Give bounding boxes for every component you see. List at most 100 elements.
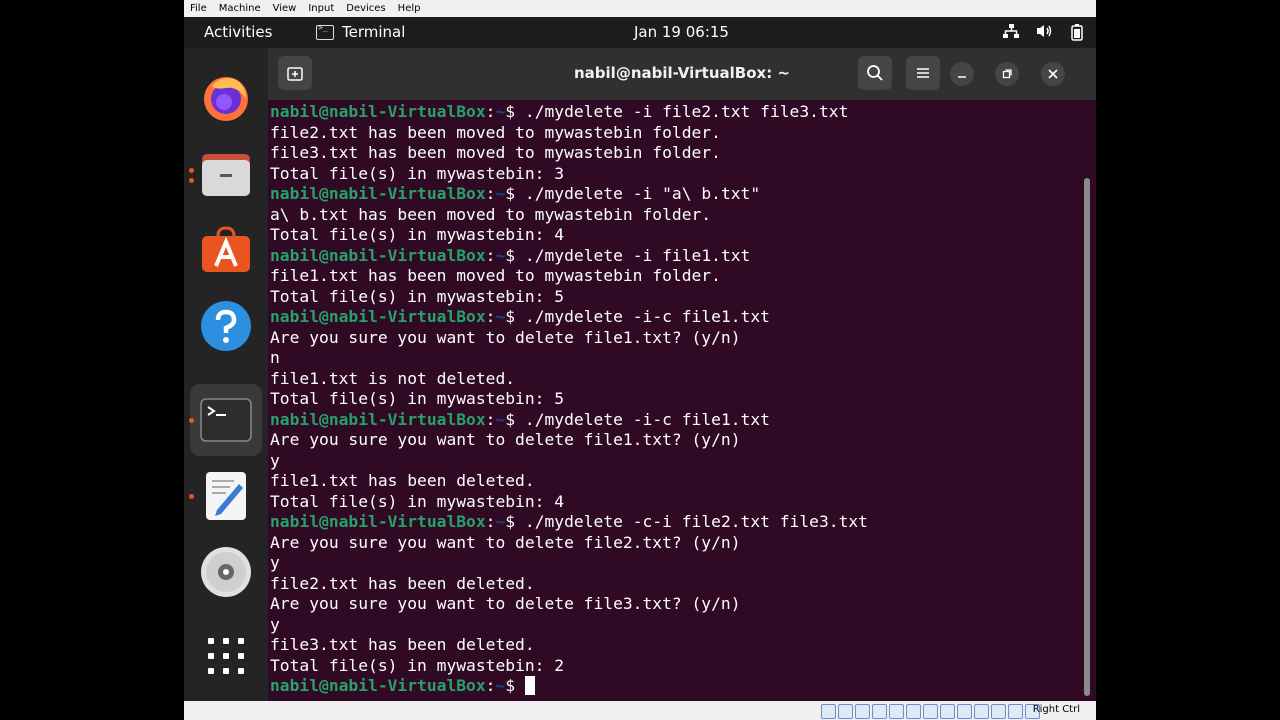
command-text: ./mydelete -i "a\ b.txt" [515, 184, 761, 203]
clock[interactable]: Jan 19 06:15 [634, 23, 729, 41]
prompt-user-host: nabil@nabil-VirtualBox [270, 307, 486, 326]
dock-item-terminal[interactable] [189, 384, 262, 456]
output-text: y [270, 553, 280, 572]
output-line: a\ b.txt has been moved to mywastebin fo… [270, 205, 1076, 226]
prompt-path: ~ [495, 512, 506, 531]
dock-item-files[interactable] [189, 138, 262, 210]
prompt-separator: : [485, 409, 496, 429]
virtualbox-menubar: File Machine View Input Devices Help [184, 0, 1096, 17]
vbox-menu-devices[interactable]: Devices [340, 3, 391, 14]
prompt-user-host: nabil@nabil-VirtualBox [270, 184, 486, 203]
running-indicator [189, 178, 194, 183]
prompt-user-host: nabil@nabil-VirtualBox [270, 102, 486, 121]
output-text: Are you sure you want to delete file1.tx… [270, 430, 741, 449]
output-line: file2.txt has been deleted. [270, 574, 1076, 595]
prompt-dollar: $ [505, 245, 516, 265]
recording-icon[interactable] [940, 704, 955, 719]
dock-item-disc[interactable] [190, 536, 262, 608]
close-button[interactable] [1041, 62, 1065, 86]
text-editor-icon [206, 472, 246, 520]
restore-icon [1002, 69, 1012, 79]
dock-item-text-editor[interactable] [189, 460, 262, 532]
firefox-icon [204, 77, 248, 121]
output-text: Are you sure you want to delete file2.tx… [270, 532, 741, 552]
prompt-line: nabil@nabil-VirtualBox:~$ ./mydelete -i … [270, 246, 1076, 267]
output-line: y [270, 451, 1076, 472]
output-text: file1.txt has been moved to mywastebin f… [270, 266, 721, 285]
host-key-label: Right Ctrl [1032, 704, 1080, 715]
mouse-integration-icon[interactable] [974, 704, 989, 719]
running-indicator [189, 418, 194, 423]
prompt-path: ~ [495, 102, 506, 121]
shared-folders-icon[interactable] [906, 704, 921, 719]
command-text: ./mydelete -c-i file2.txt file3.txt [515, 512, 868, 531]
prompt-path: ~ [495, 676, 506, 695]
minimize-button[interactable] [950, 62, 974, 86]
output-text: file1.txt is not deleted. [270, 368, 516, 388]
output-text: Total file(s) in mywastebin: 3 [270, 163, 565, 183]
prompt-user-host: nabil@nabil-VirtualBox [270, 245, 486, 265]
output-line: file1.txt has been deleted. [270, 471, 1076, 492]
prompt-separator: : [485, 184, 496, 203]
output-text: Total file(s) in mywastebin: 5 [270, 389, 565, 408]
volume-icon [1037, 25, 1052, 37]
hard-disk-icon[interactable] [821, 704, 836, 719]
optical-drive-icon[interactable] [838, 704, 853, 719]
vbox-menu-help[interactable]: Help [392, 3, 427, 14]
network-adapter-icon[interactable] [872, 704, 887, 719]
prompt-dollar: $ [505, 307, 516, 326]
system-tray[interactable] [1002, 23, 1084, 41]
output-line: file1.txt is not deleted. [270, 369, 1076, 390]
prompt-separator: : [485, 512, 496, 531]
menu-button[interactable] [906, 56, 940, 90]
dock-item-help[interactable] [190, 290, 262, 362]
output-text: file3.txt has been deleted. [270, 635, 535, 654]
terminal-output[interactable]: nabil@nabil-VirtualBox:~$ ./mydelete -i … [270, 102, 1076, 702]
guest-additions-icon[interactable] [1008, 704, 1023, 719]
dock-item-app-center[interactable] [190, 214, 262, 286]
output-line: file3.txt has been moved to mywastebin f… [270, 143, 1076, 164]
vbox-menu-view[interactable]: View [267, 3, 303, 14]
vbox-menu-file[interactable]: File [184, 3, 213, 14]
gnome-top-bar: Activities Terminal Jan 19 06:15 [184, 17, 1096, 48]
prompt-separator: : [485, 307, 496, 326]
files-icon [202, 154, 250, 196]
vbox-menu-input[interactable]: Input [302, 3, 340, 14]
cpu-icon[interactable] [957, 704, 972, 719]
search-button[interactable] [858, 56, 892, 90]
dock-item-firefox[interactable] [190, 62, 262, 134]
audio-icon[interactable] [855, 704, 870, 719]
output-line: n [270, 348, 1076, 369]
maximize-button[interactable] [995, 62, 1019, 86]
prompt-user-host: nabil@nabil-VirtualBox [270, 409, 486, 429]
prompt-user-host: nabil@nabil-VirtualBox [270, 512, 486, 531]
output-line: file1.txt has been moved to mywastebin f… [270, 266, 1076, 287]
output-text: Are you sure you want to delete file1.tx… [270, 327, 741, 347]
activities-button[interactable]: Activities [204, 23, 272, 41]
output-line: Total file(s) in mywastebin: 3 [270, 164, 1076, 185]
prompt-path: ~ [495, 307, 506, 326]
vbox-menu-machine[interactable]: Machine [213, 3, 267, 14]
prompt-dollar: $ [505, 676, 516, 695]
prompt-path: ~ [495, 184, 506, 203]
output-line: Are you sure you want to delete file3.tx… [270, 594, 1076, 615]
display-icon[interactable] [923, 704, 938, 719]
terminal-scrollbar[interactable] [1084, 178, 1090, 696]
usb-icon[interactable] [889, 704, 904, 719]
prompt-line: nabil@nabil-VirtualBox:~$ [270, 676, 1076, 697]
command-text: ./mydelete -i-c file1.txt [515, 409, 770, 429]
app-menu[interactable]: Terminal [316, 23, 405, 41]
output-text: Are you sure you want to delete file3.tx… [270, 594, 741, 613]
output-text: file3.txt has been moved to mywastebin f… [270, 143, 721, 162]
prompt-dollar: $ [505, 409, 516, 429]
keyboard-icon[interactable] [991, 704, 1006, 719]
network-icon [1003, 24, 1019, 38]
running-indicator [189, 168, 194, 173]
prompt-line: nabil@nabil-VirtualBox:~$ ./mydelete -i-… [270, 410, 1076, 431]
disc-icon [201, 547, 251, 597]
dock-item-show-apps[interactable] [190, 620, 262, 692]
terminal-headerbar: nabil@nabil-VirtualBox: ~ [268, 48, 1096, 100]
prompt-dollar: $ [505, 102, 516, 121]
terminal-window: nabil@nabil-VirtualBox: ~ nabil@nabil-Vi… [268, 48, 1096, 701]
prompt-line: nabil@nabil-VirtualBox:~$ ./mydelete -i … [270, 102, 1076, 123]
